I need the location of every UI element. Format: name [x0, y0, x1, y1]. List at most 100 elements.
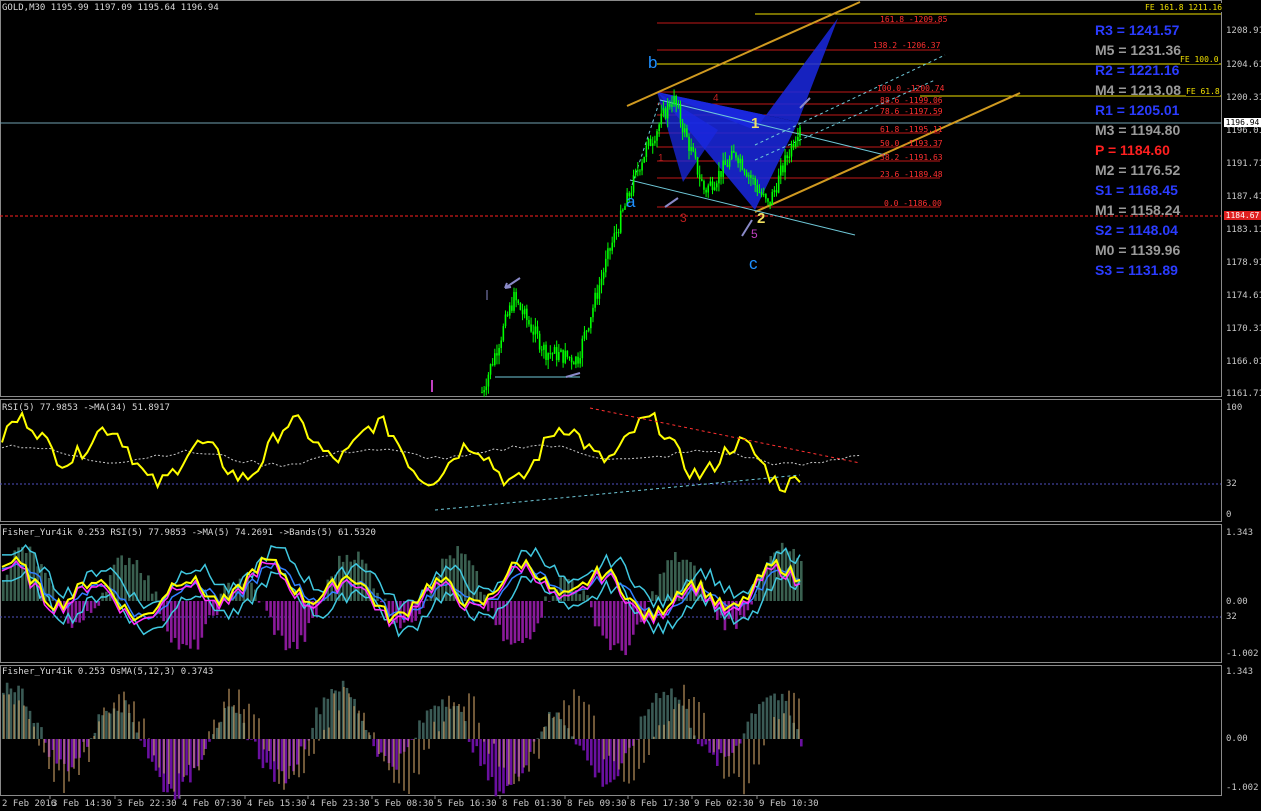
candle-body [570, 357, 573, 363]
histogram-bar [475, 571, 479, 601]
histogram-bar [70, 739, 74, 768]
candle-body [491, 364, 494, 366]
histogram-bar [250, 739, 253, 740]
fe-100-label: FE 100.0 [1180, 55, 1219, 64]
histogram-bar [586, 739, 589, 761]
histogram-bar [170, 739, 173, 789]
histogram-bar [250, 582, 253, 601]
osma-histogram [2, 680, 803, 800]
histogram-bar [101, 715, 104, 739]
candle-body [724, 160, 727, 165]
candle-body [747, 175, 750, 177]
histogram-bar [620, 601, 624, 651]
candle-body [562, 349, 564, 363]
histogram-bar [265, 739, 269, 763]
candle-body [526, 308, 528, 321]
histogram-bar [208, 739, 211, 742]
histogram-bar [509, 601, 513, 645]
histogram-bar [578, 594, 582, 601]
candle-body [713, 187, 716, 190]
histogram-bar [647, 601, 650, 602]
candle-body [536, 326, 539, 334]
histogram-bar [544, 726, 547, 739]
histogram-bar [425, 599, 429, 601]
pivot-r1: R1 = 1205.01 [1095, 102, 1180, 118]
candle-body [547, 353, 549, 360]
time-tick: 4 Feb 15:30 [247, 799, 307, 809]
candle-body [543, 344, 545, 350]
histogram-bar [200, 739, 204, 760]
histogram-bar [490, 601, 494, 609]
histogram-bar [643, 601, 647, 616]
candle-body [741, 158, 744, 170]
histogram-bar [219, 721, 223, 739]
histogram-bar [647, 709, 650, 739]
histogram-bar [147, 739, 150, 759]
histogram-bar [5, 574, 9, 601]
histogram-bar [338, 555, 341, 601]
wave-1-label: 1 [751, 115, 760, 132]
histogram-bar [582, 739, 585, 751]
candle-body [703, 180, 705, 190]
histogram-bar [154, 739, 158, 771]
wave-small-1-label: 1 [658, 153, 664, 164]
chart-canvas[interactable] [0, 0, 1261, 811]
time-tick: 2 Feb 2016 [2, 799, 57, 809]
histogram-bar [143, 739, 146, 748]
histogram-bar [777, 550, 780, 601]
histogram-bar [769, 695, 773, 739]
candle-body [619, 210, 622, 233]
histogram-bar [196, 601, 200, 650]
histogram-bar [548, 601, 551, 602]
histogram-bar [234, 712, 238, 739]
candle-body [666, 103, 669, 119]
candle-body [504, 314, 507, 327]
fib-786-label: 78.6 -1197.59 [880, 107, 943, 116]
candle-body [675, 95, 678, 106]
histogram-bar [467, 739, 471, 742]
histogram-bar [395, 739, 398, 770]
histogram-bar [479, 739, 482, 766]
histogram-bar [5, 682, 9, 739]
candle-body [758, 192, 761, 194]
time-tick: 9 Feb 10:30 [759, 799, 819, 809]
time-tick: 5 Feb 08:30 [374, 799, 434, 809]
price-tick: 1178.91 [1226, 258, 1261, 268]
histogram-bar [124, 700, 127, 739]
histogram-bar [506, 739, 509, 786]
candle-body [643, 156, 646, 163]
candle-body [679, 105, 682, 123]
histogram-bar [192, 601, 196, 640]
histogram-bar [265, 601, 269, 611]
histogram-bar [651, 702, 654, 739]
price-tick: 1174.61 [1226, 291, 1261, 301]
histogram-bar [147, 575, 150, 601]
candle-body [609, 248, 611, 251]
candle-body [739, 158, 742, 164]
histogram-bar [758, 704, 761, 739]
histogram-bar [601, 601, 605, 636]
histogram-bar [616, 601, 620, 644]
candle-body [773, 190, 776, 192]
candle-body [594, 292, 596, 308]
candle-body [790, 143, 793, 157]
candle-body [792, 143, 795, 147]
wave-c-label: c [749, 254, 758, 273]
wave-5-label: 5 [751, 227, 758, 241]
histogram-bar [735, 739, 738, 746]
candle-body [777, 175, 780, 193]
histogram-bar [86, 601, 89, 612]
candle-body [662, 108, 665, 114]
histogram-bar [696, 739, 700, 745]
candle-body [508, 305, 511, 316]
histogram-bar [479, 591, 482, 601]
candle-body [671, 104, 673, 107]
candle-body [513, 291, 515, 311]
candle-body [523, 308, 526, 315]
fib-382-label: 38.2 -1191.63 [880, 153, 943, 162]
harmonic-pattern [657, 18, 838, 210]
candle-body [762, 194, 765, 196]
fisher-panel [0, 542, 1221, 656]
histogram-bar [55, 739, 59, 764]
histogram-bar [105, 710, 108, 739]
